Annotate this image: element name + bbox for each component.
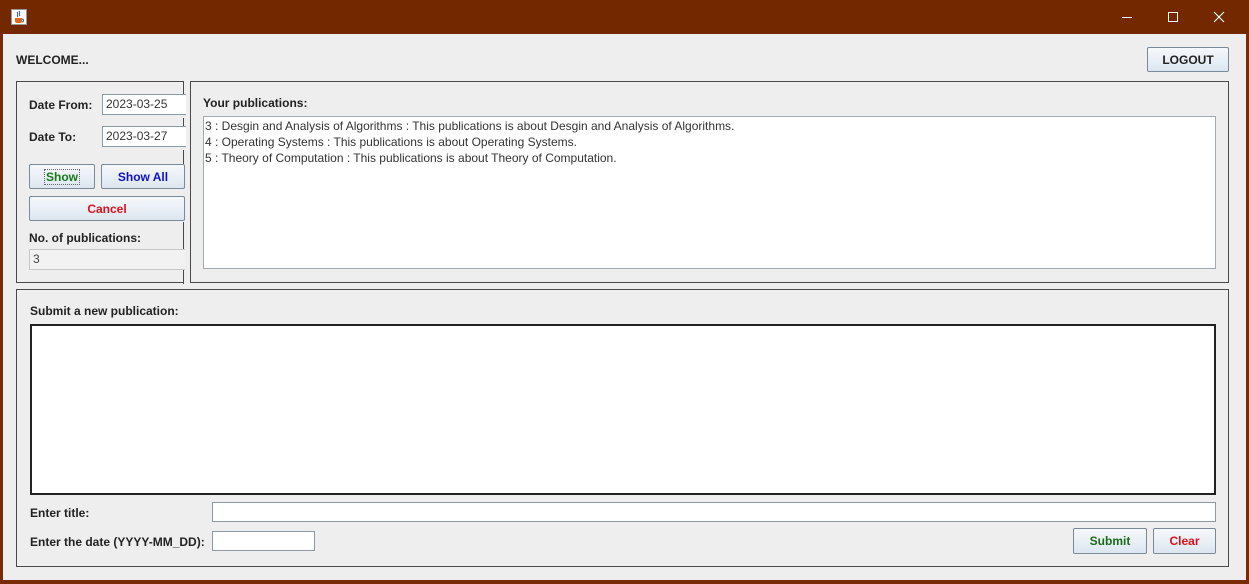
cancel-button[interactable]: Cancel xyxy=(29,196,185,221)
publications-title: Your publications: xyxy=(203,96,308,110)
show-all-button[interactable]: Show All xyxy=(101,164,185,189)
date-to-label: Date To: xyxy=(29,130,77,144)
submit-panel: Submit a new publication: Enter title: E… xyxy=(16,289,1229,567)
java-cup-icon xyxy=(11,9,27,25)
submit-button[interactable]: Submit xyxy=(1073,528,1147,554)
close-icon xyxy=(1213,11,1225,23)
date-from-label: Date From: xyxy=(29,98,93,112)
publication-count-label: No. of publications: xyxy=(29,231,141,245)
welcome-label: WELCOME... xyxy=(16,53,89,67)
publication-item: 4 : Operating Systems : This publication… xyxy=(205,135,577,149)
window-titlebar xyxy=(0,0,1249,34)
publication-item: 5 : Theory of Computation : This publica… xyxy=(205,151,617,165)
filter-panel: Date From: 2023-03-25 Date To: 2023-03-2… xyxy=(16,81,186,284)
date-input[interactable] xyxy=(212,531,315,551)
publications-panel: Your publications: 3 : Desgin and Analys… xyxy=(190,81,1229,283)
enter-title-label: Enter title: xyxy=(30,506,90,520)
clear-button[interactable]: Clear xyxy=(1153,528,1216,554)
close-button[interactable] xyxy=(1196,0,1242,34)
minimize-icon xyxy=(1122,17,1132,18)
publication-count-field: 3 xyxy=(29,249,185,270)
logout-button[interactable]: LOGOUT xyxy=(1147,47,1229,72)
main-window: WELCOME... LOGOUT Date From: 2023-03-25 … xyxy=(3,34,1246,580)
enter-date-label: Enter the date (YYYY-MM_DD): xyxy=(30,535,205,549)
date-from-field[interactable]: 2023-03-25 xyxy=(102,94,186,115)
submit-title: Submit a new publication: xyxy=(30,304,179,318)
minimize-button[interactable] xyxy=(1104,0,1150,34)
publication-item: 3 : Desgin and Analysis of Algorithms : … xyxy=(205,119,735,133)
maximize-button[interactable] xyxy=(1150,0,1196,34)
publications-list[interactable]: 3 : Desgin and Analysis of Algorithms : … xyxy=(203,116,1216,269)
maximize-icon xyxy=(1168,12,1178,22)
date-to-field[interactable]: 2023-03-27 xyxy=(102,126,186,147)
show-button-label: Show xyxy=(44,168,80,185)
show-button[interactable]: Show xyxy=(29,164,95,189)
title-input[interactable] xyxy=(212,502,1216,522)
publication-content-textarea[interactable] xyxy=(30,324,1216,495)
